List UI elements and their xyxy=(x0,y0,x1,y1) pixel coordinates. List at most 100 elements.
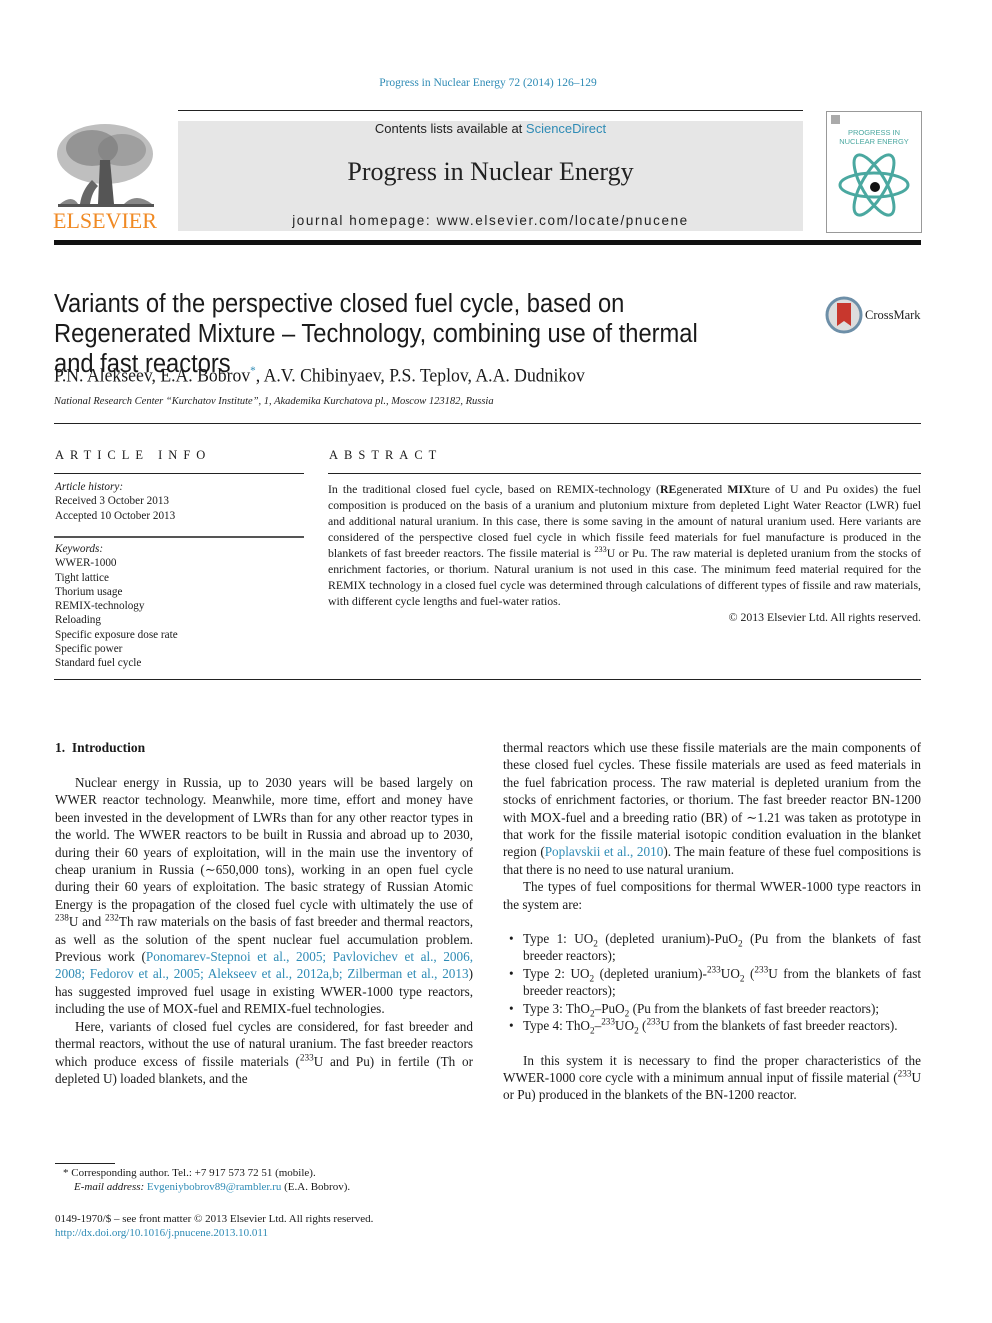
abstract-paragraph: In the traditional closed fuel cycle, ba… xyxy=(328,481,921,609)
body-text: U from the blankets of fast breeder reac… xyxy=(660,1018,898,1034)
cover-publisher-mark xyxy=(831,115,840,124)
crossmark-button[interactable]: CrossMark xyxy=(825,296,925,336)
history-rule xyxy=(54,536,304,538)
email-suffix: (E.A. Bobrov). xyxy=(281,1181,351,1194)
isotope-superscript: 238 xyxy=(55,912,69,923)
elsevier-wordmark: ELSEVIER xyxy=(53,208,157,233)
isotope-superscript: 233 xyxy=(897,1068,912,1079)
body-text: Type 3: ThO xyxy=(523,1000,590,1016)
corresponding-author-note: * Corresponding author. Tel.: +7 917 573… xyxy=(63,1167,316,1179)
fuel-type-item: Type 2: UO2 (depleted uranium)-233UO2 (2… xyxy=(503,965,921,1000)
intro-column-2: thermal reactors which use these fissile… xyxy=(503,739,921,1104)
body-text: –PuO xyxy=(594,1000,625,1016)
keyword: Standard fuel cycle xyxy=(55,657,142,670)
body-text: In this system it is necessary to find t… xyxy=(503,1052,921,1085)
body-text: Type 2: UO xyxy=(523,965,590,981)
intro-column-1: Nuclear energy in Russia, up to 2030 yea… xyxy=(55,774,473,1087)
intro-paragraph-2: Here, variants of closed fuel cycles are… xyxy=(55,1018,473,1088)
body-text: (depleted uranium)-PuO xyxy=(597,931,738,947)
abstract-text: generated xyxy=(676,482,728,496)
intro-paragraph-1: Nuclear energy in Russia, up to 2030 yea… xyxy=(55,774,473,1018)
isotope-superscript: 233 xyxy=(601,1016,616,1027)
body-text: ( xyxy=(744,965,755,981)
contents-prefix: Contents lists available at xyxy=(374,121,526,136)
email-line: E-mail address: Evgeniybobrov89@rambler.… xyxy=(63,1180,483,1194)
abstract-copyright: © 2013 Elsevier Ltd. All rights reserved… xyxy=(728,610,921,624)
keyword: Thorium usage xyxy=(55,585,123,598)
body-text: UO xyxy=(720,965,740,981)
abstract-body: In the traditional closed fuel cycle, ba… xyxy=(328,481,921,625)
authors-part-2: , A.V. Chibinyaev, P.S. Teplov, A.A. Dud… xyxy=(255,365,585,387)
abstract-heading: ABSTRACT xyxy=(329,448,443,462)
journal-name: Progress in Nuclear Energy xyxy=(347,157,634,186)
abstract-bottom-rule xyxy=(54,679,921,680)
author-list: P.N. Alekseev, E.A. Bobrov*, A.V. Chibin… xyxy=(54,363,585,387)
doi-link[interactable]: http://dx.doi.org/10.1016/j.pnucene.2013… xyxy=(55,1226,485,1240)
isotope-superscript: 233 xyxy=(646,1016,661,1027)
body-text: (Pu from the blankets of fast breeder re… xyxy=(629,1000,879,1016)
keyword: Specific exposure dose rate xyxy=(55,628,178,641)
front-matter: 0149-1970/$ – see front matter © 2013 El… xyxy=(55,1212,485,1241)
keywords-label: Keywords: xyxy=(55,543,104,555)
isotope-superscript: 232 xyxy=(105,912,119,923)
fuel-type-item: Type 4: ThO2–233UO2 (233U from the blank… xyxy=(503,1016,921,1035)
column2-paragraph-2: The types of fuel compositions for therm… xyxy=(503,879,921,912)
front-matter-text: 0149-1970/$ – see front matter © 2013 El… xyxy=(55,1213,374,1225)
elsevier-logo: ELSEVIER xyxy=(52,120,158,233)
isotope-superscript: 233 xyxy=(594,545,607,555)
keyword: Reloading xyxy=(55,614,101,627)
footnote-corresponding: * Corresponding author. Tel.: +7 917 573… xyxy=(63,1166,483,1195)
journal-citation-link[interactable]: Progress in Nuclear Energy 72 (2014) 126… xyxy=(0,77,976,89)
accepted-date: Accepted 10 October 2013 xyxy=(55,509,176,522)
column2-paragraph-1: thermal reactors which use these fissile… xyxy=(503,739,921,878)
isotope-superscript: 233 xyxy=(299,1052,314,1063)
isotope-superscript: 233 xyxy=(754,964,769,975)
abstract-bold-mix: MIX xyxy=(727,482,752,496)
cover-title-line1: PROGRESS IN xyxy=(847,128,901,137)
keyword: REMIX-technology xyxy=(55,600,145,613)
body-text: Type 4: ThO xyxy=(523,1018,590,1034)
sciencedirect-link[interactable]: ScienceDirect xyxy=(526,121,606,136)
affiliation-rule xyxy=(54,423,921,424)
cover-title: PROGRESS IN NUCLEAR ENERGY xyxy=(827,128,921,146)
email-label: E-mail address: xyxy=(74,1181,147,1194)
abstract-bold-re: RE xyxy=(659,482,677,496)
body-text: UO xyxy=(615,1018,635,1034)
header-rule xyxy=(178,110,803,111)
journal-cover[interactable]: PROGRESS IN NUCLEAR ENERGY xyxy=(826,111,922,233)
body-text: Nuclear energy in Russia, up to 2030 yea… xyxy=(55,775,473,912)
body-text: thermal reactors which use these fissile… xyxy=(503,740,921,860)
article-history: Article history: Received 3 October 2013… xyxy=(55,480,305,523)
received-date: Received 3 October 2013 xyxy=(55,495,170,508)
authors-part-1: P.N. Alekseev, E.A. Bobrov xyxy=(54,365,251,387)
abstract-text: In the traditional closed fuel cycle, ba… xyxy=(328,482,660,496)
keyword: Tight lattice xyxy=(55,571,109,584)
keywords-block: Keywords: WWER-1000 Tight lattice Thoriu… xyxy=(55,542,305,671)
email-link[interactable]: Evgeniybobrov89@rambler.ru xyxy=(147,1181,281,1193)
body-text: (depleted uranium)- xyxy=(594,965,707,981)
contents-availability: Contents lists available at ScienceDirec… xyxy=(178,121,803,136)
history-label: Article history: xyxy=(55,481,124,493)
introduction-heading: 1. Introduction xyxy=(55,740,146,755)
reference-link[interactable]: Poplavskii et al., 2010 xyxy=(545,844,664,859)
keyword: WWER-1000 xyxy=(55,557,117,570)
fuel-type-list: Type 1: UO2 (depleted uranium)-PuO2 (Pu … xyxy=(503,930,921,1035)
fuel-type-item: Type 3: ThO2–PuO2 (Pu from the blankets … xyxy=(503,1000,921,1018)
header-thick-rule xyxy=(54,240,921,245)
crossmark-icon xyxy=(825,296,863,334)
article-info-rule xyxy=(54,473,304,474)
journal-banner: Contents lists available at ScienceDirec… xyxy=(178,121,803,231)
body-text: U and xyxy=(68,914,106,930)
body-text: Type 1: UO xyxy=(523,931,594,947)
isotope-superscript: 233 xyxy=(706,964,721,975)
footnote-rule xyxy=(55,1163,115,1164)
atom-icon xyxy=(838,153,910,217)
fuel-type-item: Type 1: UO2 (depleted uranium)-PuO2 (Pu … xyxy=(503,930,921,965)
cover-title-line2: NUCLEAR ENERGY xyxy=(839,137,909,146)
article-info-heading: ARTICLE INFO xyxy=(55,448,212,462)
journal-homepage[interactable]: journal homepage: www.elsevier.com/locat… xyxy=(178,213,803,228)
elsevier-tree-icon xyxy=(57,124,154,207)
column2-paragraph-3: In this system it is necessary to find t… xyxy=(503,1052,921,1104)
affiliation: National Research Center “Kurchatov Inst… xyxy=(54,396,494,407)
abstract-rule xyxy=(328,473,921,474)
